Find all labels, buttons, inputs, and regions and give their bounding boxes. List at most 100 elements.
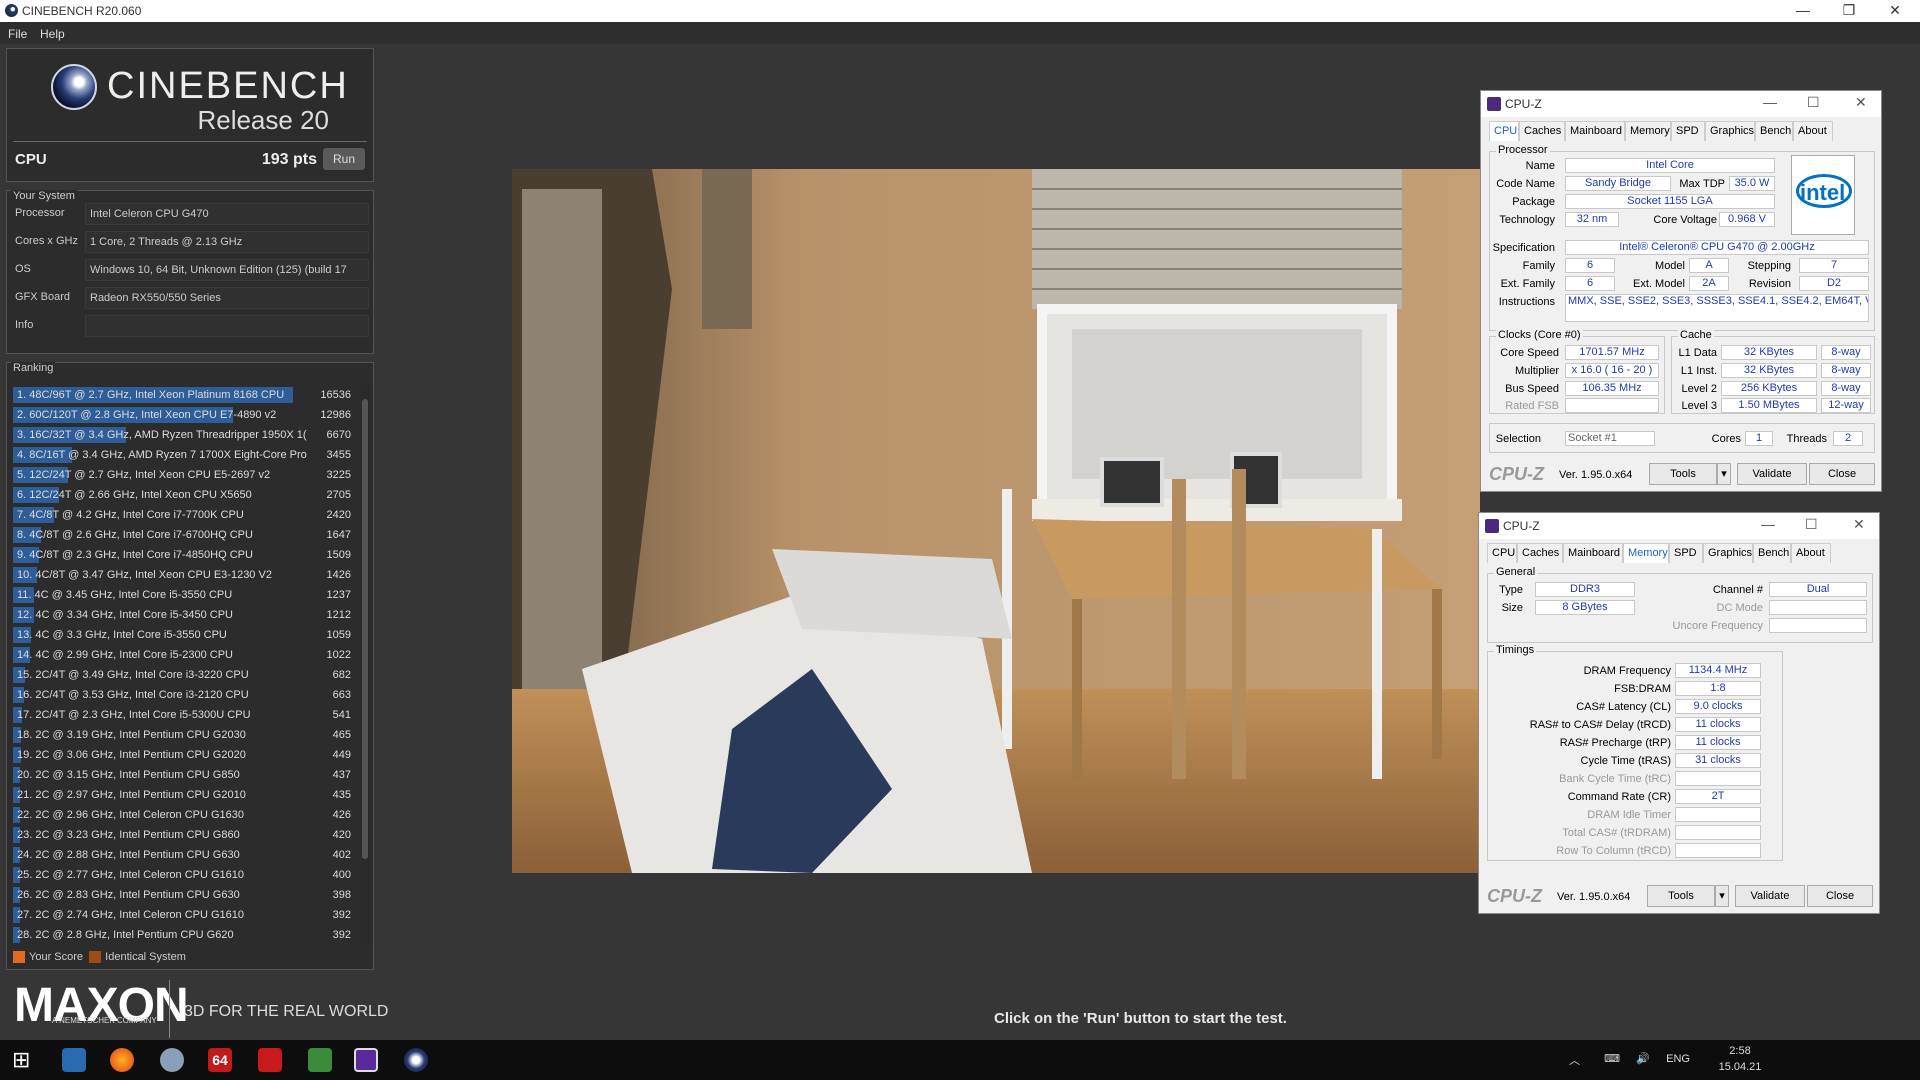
tab-caches[interactable]: Caches — [1517, 543, 1563, 563]
room-scene — [512, 169, 1480, 873]
level3-field: 1.50 MBytes — [1721, 398, 1817, 413]
gpu-app-icon[interactable] — [308, 1048, 332, 1072]
ranking-row[interactable]: 21. 2C @ 2.97 GHz, Intel Pentium CPU G20… — [13, 785, 353, 805]
ranking-list[interactable]: 1. 48C/96T @ 2.7 GHz, Intel Xeon Platinu… — [13, 385, 353, 945]
tab-spd[interactable]: SPD — [1671, 121, 1705, 141]
tools-button[interactable]: Tools — [1649, 463, 1717, 485]
tab-memory[interactable]: Memory — [1623, 543, 1669, 563]
ranking-row[interactable]: 14. 4C @ 2.99 GHz, Intel Core i5-2300 CP… — [13, 645, 353, 665]
cpuz-window-cpu[interactable]: CPU-Z — ☐ ✕ CPU Caches Mainboard Memory SPD G… — [1480, 90, 1882, 492]
ranking-row[interactable]: 2. 60C/120T @ 2.8 GHz, Intel Xeon CPU E7… — [13, 405, 353, 425]
scroll-thumb[interactable] — [362, 399, 368, 859]
menu-file[interactable]: File — [8, 27, 27, 41]
timing-value: 1134.4 MHz — [1675, 663, 1761, 678]
minimize-button[interactable]: — — [1780, 0, 1826, 22]
clock-date[interactable]: 15.04.21 — [1710, 1061, 1770, 1073]
maximize-button[interactable]: ❐ — [1826, 0, 1872, 22]
menu-help[interactable]: Help — [40, 27, 65, 41]
cinebench-taskbar-icon[interactable] — [404, 1048, 428, 1072]
ranking-row[interactable]: 5. 12C/24T @ 2.7 GHz, Intel Xeon CPU E5-… — [13, 465, 353, 485]
tab-mainboard[interactable]: Mainboard — [1563, 543, 1623, 563]
stepping-field: 7 — [1799, 258, 1869, 273]
explorer-icon[interactable] — [62, 1048, 86, 1072]
close-icon[interactable]: ✕ — [1853, 516, 1865, 533]
tools-dropdown-icon[interactable]: ▾ — [1715, 885, 1729, 907]
tab-graphics[interactable]: Graphics — [1705, 121, 1755, 141]
volume-icon[interactable]: 🔊 — [1636, 1052, 1650, 1065]
ranking-row[interactable]: 4. 8C/16T @ 3.4 GHz, AMD Ryzen 7 1700X E… — [13, 445, 353, 465]
cpuz-window-memory[interactable]: CPU-Z — ☐ ✕ CPU Caches Mainboard Memory SPD G… — [1478, 512, 1880, 914]
chevron-up-icon[interactable]: ︿ — [1569, 1052, 1580, 1068]
close-button[interactable]: Close — [1809, 463, 1875, 485]
tab-cpu[interactable]: CPU — [1489, 121, 1519, 141]
ranking-row[interactable]: 9. 4C/8T @ 2.3 GHz, Intel Core i7-4850HQ… — [13, 545, 353, 565]
tab-cpu[interactable]: CPU — [1487, 543, 1517, 563]
memory-size-field: 8 GBytes — [1535, 600, 1635, 615]
ranking-row[interactable]: 22. 2C @ 2.96 GHz, Intel Celeron CPU G16… — [13, 805, 353, 825]
flash-app-icon[interactable] — [258, 1048, 282, 1072]
ranking-row[interactable]: 26. 2C @ 2.83 GHz, Intel Pentium CPU G63… — [13, 885, 353, 905]
tab-graphics[interactable]: Graphics — [1703, 543, 1753, 563]
close-button[interactable]: Close — [1807, 885, 1873, 907]
minimize-button[interactable]: — — [1763, 94, 1777, 110]
ranking-row[interactable]: 16. 2C/4T @ 3.53 GHz, Intel Core i3-2120… — [13, 685, 353, 705]
cpuz-taskbar-icon[interactable] — [354, 1048, 378, 1072]
tab-about[interactable]: About — [1793, 121, 1833, 141]
network-icon[interactable]: ⌨ — [1604, 1052, 1620, 1065]
ranking-row[interactable]: 15. 2C/4T @ 3.49 GHz, Intel Core i3-3220… — [13, 665, 353, 685]
close-icon[interactable]: ✕ — [1855, 94, 1867, 111]
ranking-row[interactable]: 19. 2C @ 3.06 GHz, Intel Pentium CPU G20… — [13, 745, 353, 765]
ranking-name: 3. 16C/32T @ 3.4 GHz, AMD Ryzen Threadri… — [17, 429, 307, 441]
settings-app-icon[interactable] — [160, 1048, 184, 1072]
validate-button[interactable]: Validate — [1735, 885, 1805, 907]
tools-dropdown-icon[interactable]: ▾ — [1717, 463, 1731, 485]
ranking-score: 420 — [332, 829, 351, 841]
group-title: Cache — [1678, 329, 1714, 341]
ranking-row[interactable]: 7. 4C/8T @ 4.2 GHz, Intel Core i7-7700K … — [13, 505, 353, 525]
windows-start-icon[interactable]: ⊞ — [12, 1048, 36, 1072]
ranking-row[interactable]: 3. 16C/32T @ 3.4 GHz, AMD Ryzen Threadri… — [13, 425, 353, 445]
tab-bench[interactable]: Bench — [1753, 543, 1791, 563]
run-button[interactable]: Run — [323, 148, 365, 170]
firefox-icon[interactable] — [110, 1048, 134, 1072]
tab-spd[interactable]: SPD — [1669, 543, 1703, 563]
tab-mainboard[interactable]: Mainboard — [1565, 121, 1625, 141]
maximize-button[interactable]: ☐ — [1805, 516, 1818, 533]
ranking-row[interactable]: 10. 4C/8T @ 3.47 GHz, Intel Xeon CPU E3-… — [13, 565, 353, 585]
language-indicator[interactable]: ENG — [1666, 1053, 1690, 1065]
aida64-icon[interactable]: 64 — [208, 1048, 232, 1072]
ranking-row[interactable]: 12. 4C @ 3.34 GHz, Intel Core i5-3450 CP… — [13, 605, 353, 625]
socket-select[interactable]: Socket #1 — [1565, 431, 1655, 446]
multiplier-field: x 16.0 ( 16 - 20 ) — [1565, 363, 1659, 378]
ranking-row[interactable]: 20. 2C @ 3.15 GHz, Intel Pentium CPU G85… — [13, 765, 353, 785]
ranking-row[interactable]: 23. 2C @ 3.23 GHz, Intel Pentium CPU G86… — [13, 825, 353, 845]
tab-memory[interactable]: Memory — [1625, 121, 1671, 141]
ranking-score: 449 — [332, 749, 351, 761]
tab-about[interactable]: About — [1791, 543, 1831, 563]
close-button[interactable]: ✕ — [1872, 0, 1918, 22]
ranking-row[interactable]: 25. 2C @ 2.77 GHz, Intel Celeron CPU G16… — [13, 865, 353, 885]
ranking-row[interactable]: 24. 2C @ 2.88 GHz, Intel Pentium CPU G63… — [13, 845, 353, 865]
ranking-row[interactable]: 27. 2C @ 2.74 GHz, Intel Celeron CPU G16… — [13, 905, 353, 925]
validate-button[interactable]: Validate — [1737, 463, 1807, 485]
clock-time[interactable]: 2:58 — [1710, 1045, 1770, 1057]
ranking-row[interactable]: 17. 2C/4T @ 2.3 GHz, Intel Core i5-5300U… — [13, 705, 353, 725]
tools-button[interactable]: Tools — [1647, 885, 1715, 907]
tab-bench[interactable]: Bench — [1755, 121, 1793, 141]
ranking-row[interactable]: 13. 4C @ 3.3 GHz, Intel Core i5-3550 CPU… — [13, 625, 353, 645]
system-row-label: GFX Board — [15, 291, 71, 303]
cpuz-brand: CPU-Z — [1487, 886, 1542, 906]
ranking-scrollbar[interactable] — [361, 385, 369, 945]
ranking-row[interactable]: 28. 2C @ 2.8 GHz, Intel Pentium CPU G620… — [13, 925, 353, 945]
ranking-row[interactable]: 6. 12C/24T @ 2.66 GHz, Intel Xeon CPU X5… — [13, 485, 353, 505]
label: Threads — [1786, 433, 1827, 445]
tab-caches[interactable]: Caches — [1519, 121, 1565, 141]
minimize-button[interactable]: — — [1761, 516, 1775, 532]
ranking-row[interactable]: 18. 2C @ 3.19 GHz, Intel Pentium CPU G20… — [13, 725, 353, 745]
ranking-row[interactable]: 1. 48C/96T @ 2.7 GHz, Intel Xeon Platinu… — [13, 385, 353, 405]
ranking-row[interactable]: 11. 4C @ 3.45 GHz, Intel Core i5-3550 CP… — [13, 585, 353, 605]
ranking-score: 392 — [332, 929, 351, 941]
maximize-button[interactable]: ☐ — [1807, 94, 1820, 111]
ranking-row[interactable]: 8. 4C/8T @ 2.6 GHz, Intel Core i7-6700HQ… — [13, 525, 353, 545]
level3-ways: 12-way — [1821, 398, 1871, 413]
